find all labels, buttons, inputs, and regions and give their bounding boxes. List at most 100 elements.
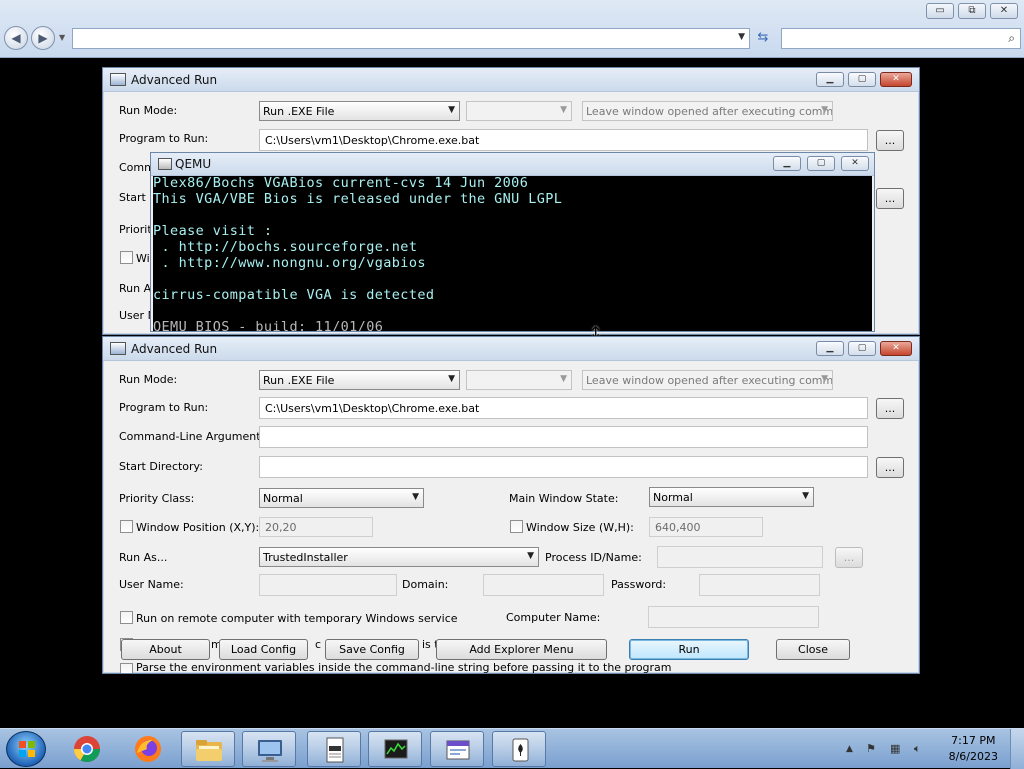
browse-startdir-button[interactable]: ... [876,188,904,209]
taskbar-notepad[interactable] [307,731,361,767]
taskbar-firefox[interactable] [121,731,175,767]
startdir-input[interactable] [259,456,868,478]
secondary-select[interactable]: ▼ [466,101,572,121]
args-input[interactable] [259,426,868,448]
qemu-display[interactable]: Plex86/Bochs VGABios current-cvs 14 Jun … [153,176,872,331]
back-arrow-icon[interactable]: ◀ [4,26,28,50]
browse-program-button[interactable]: ... [876,130,904,151]
leave-window-select[interactable]: Leave window opened after executing comm… [582,101,833,121]
clock-date: 8/6/2023 [948,750,998,763]
console-line: . http://bochs.sourceforge.net [153,239,418,255]
env-label: Parse the environment variables inside t… [136,663,672,673]
minimize-icon[interactable]: ▁ [773,156,801,171]
task-manager-icon [384,739,408,759]
title-bar[interactable]: Advanced Run ▁ ▢ ✕ [103,68,919,92]
window-position-checkbox[interactable] [120,520,133,533]
chevron-down-icon: ▼ [448,374,455,384]
password-label: Password: [611,578,667,591]
clock[interactable]: 7:17 PM 8/6/2023 [949,733,998,765]
env-checkbox[interactable] [120,663,133,673]
volume-icon[interactable]: 🔈︎ [914,742,921,756]
advanced-run-window[interactable]: Advanced Run ▁ ▢ ✕ Run Mode: Run .EXE Fi… [102,336,920,674]
win-size-label: Window Size (W,H): [526,521,634,534]
history-dropdown-icon[interactable]: ▼ [59,33,65,42]
taskbar-task-manager[interactable] [368,731,422,767]
run-mode-select[interactable]: Run .EXE File ▼ [259,101,460,121]
secondary-select[interactable]: ▼ [466,370,572,390]
about-button[interactable]: About [121,639,210,660]
run-mode-select[interactable]: Run .EXE File ▼ [259,370,460,390]
close-icon[interactable]: ✕ [880,72,912,87]
search-box[interactable]: ⌕ [781,28,1021,49]
restore-icon[interactable]: ⧉ [958,3,986,19]
add-explorer-menu-button[interactable]: Add Explorer Menu [436,639,607,660]
win-pos-input[interactable]: 20,20 [259,517,373,537]
maximize-icon[interactable]: ▢ [848,72,876,87]
leave-window-select[interactable]: Leave window opened after executing comm… [582,370,833,390]
run-button[interactable]: Run [629,639,749,660]
network-icon[interactable]: ▦ [890,742,900,755]
address-bar[interactable]: ▼ [72,28,750,49]
maximize-icon[interactable]: ▢ [848,341,876,356]
show-hidden-icons[interactable]: ▲ [846,744,853,754]
window-position-checkbox[interactable] [120,251,133,264]
save-config-button[interactable]: Save Config [325,639,419,660]
run-mode-label: Run Mode: [119,373,178,386]
address-dropdown-icon[interactable]: ▼ [738,32,745,42]
taskbar-advanced-run[interactable] [430,731,484,767]
window-size-checkbox[interactable] [510,520,523,533]
computer-input[interactable] [648,606,819,628]
run-as-select[interactable]: TrustedInstaller ▼ [259,547,539,567]
remote-checkbox[interactable] [120,611,133,624]
password-input[interactable] [699,574,820,596]
computer-label: Computer Name: [506,611,601,624]
priority-label: Priority Class: [119,492,195,505]
maximize-icon[interactable]: ▢ [807,156,835,171]
minimize-icon[interactable]: ▁ [816,341,844,356]
console-line: . http://www.nongnu.org/vgabios [153,255,426,271]
start-button[interactable] [6,731,46,767]
console-line: Plex86/Bochs VGABios current-cvs 14 Jun … [153,176,529,191]
refresh-icon[interactable]: ⇆ [752,28,774,49]
browse-startdir-button[interactable]: ... [876,457,904,478]
action-center-icon[interactable]: ⚑ [866,742,876,755]
remote-label: Run on remote computer with temporary Wi… [136,612,458,625]
taskbar-explorer[interactable] [181,731,235,767]
main-state-select[interactable]: Normal ▼ [649,487,814,507]
chevron-down-icon: ▼ [560,374,567,384]
priority-select[interactable]: Normal ▼ [259,488,424,508]
domain-input[interactable] [483,574,604,596]
taskbar-computer[interactable] [242,731,296,767]
program-input[interactable]: C:\Users\vm1\Desktop\Chrome.exe.bat [259,129,868,151]
show-desktop-button[interactable] [1010,729,1024,769]
search-icon[interactable]: ⌕ [1008,31,1015,46]
close-button[interactable]: Close [776,639,850,660]
user-input[interactable] [259,574,397,596]
process-input[interactable] [657,546,823,568]
browse-program-button[interactable]: ... [876,398,904,419]
close-icon[interactable]: ✕ [880,341,912,356]
program-input[interactable]: C:\Users\vm1\Desktop\Chrome.exe.bat [259,397,868,419]
chevron-down-icon: ▼ [560,105,567,115]
close-icon[interactable]: ✕ [841,156,869,171]
close-icon[interactable]: ✕ [990,3,1018,19]
title-bar[interactable]: QEMU ▁ ▢ ✕ [151,153,874,176]
minimize-icon[interactable]: ▁ [816,72,844,87]
console-line: Please visit : [153,223,273,239]
folder-icon [196,740,222,761]
forward-arrow-icon[interactable]: ▶ [31,26,55,50]
app-icon [110,73,126,86]
main-state-label: Main Window State: [509,492,619,505]
load-config-button[interactable]: Load Config [219,639,308,660]
leave-window-value: Leave window opened after executing comm… [586,105,833,118]
browse-process-button[interactable]: ... [835,547,863,568]
run-mode-value: Run .EXE File [263,374,335,387]
minimize-icon[interactable]: ▭ [926,3,954,19]
program-label: Program to Run: [119,132,209,145]
qemu-window[interactable]: QEMU ▁ ▢ ✕ Plex86/Bochs VGABios current-… [150,152,875,332]
chevron-down-icon: ▼ [821,105,828,115]
taskbar-chrome[interactable] [60,731,114,767]
win-size-input[interactable]: 640,400 [649,517,763,537]
title-bar[interactable]: Advanced Run ▁ ▢ ✕ [103,337,919,361]
taskbar-solitaire[interactable] [492,731,546,767]
